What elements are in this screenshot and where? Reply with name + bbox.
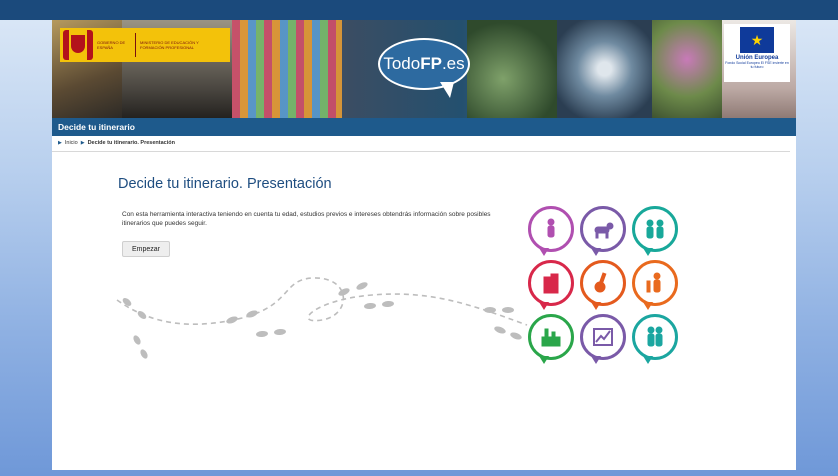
gobierno-logo[interactable]: GOBIERNO DE ESPAÑA MINISTERIO DE EDUCACI… xyxy=(60,28,230,62)
people-icon xyxy=(632,206,678,256)
breadcrumb-home[interactable]: Inicio xyxy=(65,140,78,146)
description: Con esta herramienta interactiva teniend… xyxy=(122,211,491,227)
breadcrumb: ▶ Inicio ▶ Decide tu itinerario. Present… xyxy=(58,140,175,146)
eu-subtitle: Fondo Social Europeo El FSE invierte en … xyxy=(725,61,789,69)
chevron-right-icon: ▶ xyxy=(58,140,62,146)
section-title: Decide tu itinerario xyxy=(58,122,135,132)
guitar-icon xyxy=(580,260,626,310)
building-icon xyxy=(528,260,574,310)
eu-flag-icon: ★ xyxy=(740,27,774,53)
industry-icon xyxy=(528,314,574,364)
itinerary-icon-grid xyxy=(528,206,688,366)
section-bar: Decide tu itinerario xyxy=(52,118,796,136)
worker-icon xyxy=(632,260,678,310)
header-banner: GOBIERNO DE ESPAÑA MINISTERIO DE EDUCACI… xyxy=(52,20,796,118)
start-button[interactable]: Empezar xyxy=(122,241,170,257)
care-icon xyxy=(632,314,678,364)
coat-of-arms-icon xyxy=(63,30,93,60)
gov-text: GOBIERNO DE ESPAÑA xyxy=(97,40,126,50)
todofp-logo[interactable]: Todo FP .es xyxy=(378,38,470,90)
top-strip xyxy=(0,0,838,20)
ministry-text: MINISTERIO DE EDUCACIÓN Y FORMACIÓN PROF… xyxy=(140,40,199,50)
footprints-illustration xyxy=(116,277,528,359)
animal-icon xyxy=(580,206,626,256)
page: GOBIERNO DE ESPAÑA MINISTERIO DE EDUCACI… xyxy=(52,20,796,470)
breadcrumb-current: Decide tu itinerario. Presentación xyxy=(87,140,175,146)
page-title: Decide tu itinerario. Presentación xyxy=(118,176,332,192)
divider xyxy=(52,151,790,152)
chevron-right-icon: ▶ xyxy=(80,140,85,146)
person-icon xyxy=(528,206,574,256)
chart-icon xyxy=(580,314,626,364)
eu-logo: ★ Unión Europea Fondo Social Europeo El … xyxy=(724,24,790,82)
